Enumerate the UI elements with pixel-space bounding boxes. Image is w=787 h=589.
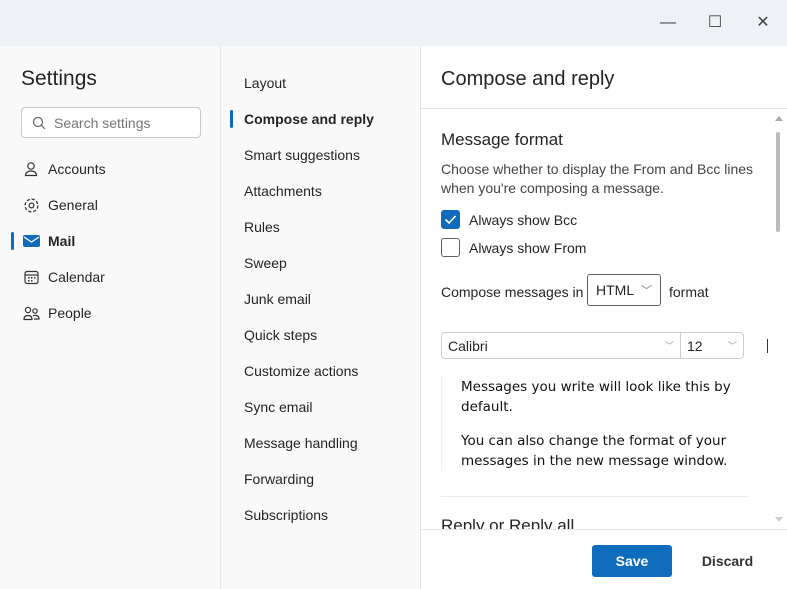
subnav-item-compose-and-reply[interactable]: Compose and reply	[221, 104, 421, 134]
divider	[421, 108, 787, 109]
sidebar-item-calendar[interactable]: Calendar	[0, 262, 221, 292]
compose-suffix: format	[669, 284, 709, 300]
preview-text-2: You can also change the format of your m…	[461, 433, 728, 469]
settings-title: Settings	[21, 67, 97, 90]
font-dropdown[interactable]: Calibri ﹀	[441, 332, 681, 359]
active-indicator	[11, 232, 14, 250]
chevron-down-icon: ﹀	[664, 341, 674, 351]
search-box[interactable]	[21, 107, 201, 138]
next-section-title: Reply or Reply all	[441, 516, 761, 529]
subnav-item-smart-suggestions[interactable]: Smart suggestions	[221, 140, 421, 170]
sidebar-item-label: Accounts	[48, 161, 106, 177]
font-value: Calibri	[448, 337, 488, 354]
scrollbar-thumb[interactable]	[776, 132, 780, 232]
subnav-item-label: Sync email	[244, 399, 313, 415]
subnav-item-label: Sweep	[244, 255, 287, 271]
compose-format-dropdown[interactable]: HTML ﹀	[587, 274, 661, 306]
sidebar-item-label: General	[48, 197, 98, 213]
font-size-value: 12	[687, 337, 703, 354]
search-icon	[32, 116, 46, 129]
subnav-item-attachments[interactable]: Attachments	[221, 176, 421, 206]
subnav-item-junk-email[interactable]: Junk email	[221, 284, 421, 314]
sidebar-item-label: People	[48, 305, 92, 321]
section-description: Choose whether to display the From and B…	[441, 161, 754, 196]
subnav-item-label: Smart suggestions	[244, 147, 360, 163]
title-bar: — ☐ ✕	[0, 0, 787, 46]
subnav-item-label: Attachments	[244, 183, 322, 199]
preview-text-1: Messages you write will look like this b…	[461, 379, 731, 415]
chevron-down-icon: ﹀	[727, 341, 737, 351]
page-title: Compose and reply	[441, 68, 615, 90]
always-show-from-checkbox[interactable]	[441, 238, 460, 257]
chevron-down-icon: ﹀	[641, 285, 652, 297]
sidebar-item-label: Calendar	[48, 269, 105, 285]
section-title: Message format	[441, 130, 563, 149]
discard-button[interactable]: Discard	[690, 545, 765, 577]
more-formatting-handle	[767, 339, 768, 353]
subnav-item-layout[interactable]: Layout	[221, 68, 421, 98]
subnav-item-label: Junk email	[244, 291, 311, 307]
sidebar-item-accounts[interactable]: Accounts	[0, 154, 221, 184]
subnav-item-label: Customize actions	[244, 363, 359, 379]
checkmark-icon	[444, 215, 457, 225]
active-indicator	[230, 110, 233, 128]
scroll-up-arrow[interactable]	[775, 116, 783, 121]
font-size-dropdown[interactable]: 12 ﹀	[680, 332, 744, 359]
scroll-down-arrow[interactable]	[775, 517, 783, 522]
sidebar-item-label: Mail	[48, 233, 76, 249]
divider	[441, 496, 748, 497]
compose-prefix: Compose messages in	[441, 284, 584, 300]
people-icon	[22, 304, 40, 322]
subnav-item-sync-email[interactable]: Sync email	[221, 392, 421, 422]
subnav-item-message-handling[interactable]: Message handling	[221, 428, 421, 458]
subnav-item-label: Quick steps	[244, 327, 318, 343]
subnav-item-customize-actions[interactable]: Customize actions	[221, 356, 421, 386]
preview-border	[441, 376, 442, 471]
always-show-bcc-checkbox[interactable]	[441, 210, 460, 229]
subnav-item-label: Compose and reply	[244, 111, 374, 127]
subnav-item-label: Rules	[244, 219, 280, 235]
save-button[interactable]: Save	[592, 545, 672, 577]
next-section-text: Reply or Reply all	[441, 516, 575, 529]
search-input[interactable]	[54, 114, 194, 131]
minimize-button[interactable]: —	[655, 10, 681, 36]
subnav-item-label: Subscriptions	[244, 507, 329, 523]
person-icon	[22, 160, 40, 178]
subnav-item-forwarding[interactable]: Forwarding	[221, 464, 421, 494]
settings-content	[421, 46, 787, 589]
maximize-button[interactable]: ☐	[702, 10, 728, 36]
subnav-item-label: Message handling	[244, 435, 358, 451]
subnav-item-rules[interactable]: Rules	[221, 212, 421, 242]
subnav-item-sweep[interactable]: Sweep	[221, 248, 421, 278]
mail-icon	[22, 232, 40, 250]
close-button[interactable]: ✕	[750, 10, 776, 36]
sidebar-item-people[interactable]: People	[0, 298, 221, 328]
calendar-icon	[22, 268, 40, 286]
sidebar-item-general[interactable]: General	[0, 190, 221, 220]
subnav-item-label: Layout	[244, 75, 287, 91]
sidebar-item-mail[interactable]: Mail	[0, 226, 221, 256]
subnav-item-label: Forwarding	[244, 471, 315, 487]
gear-icon	[22, 196, 40, 214]
always-show-bcc-label: Always show Bcc	[469, 212, 578, 228]
compose-format-value: HTML	[596, 282, 635, 298]
subnav-item-quick-steps[interactable]: Quick steps	[221, 320, 421, 350]
subnav-item-subscriptions[interactable]: Subscriptions	[221, 500, 421, 530]
always-show-from-label: Always show From	[469, 240, 587, 256]
